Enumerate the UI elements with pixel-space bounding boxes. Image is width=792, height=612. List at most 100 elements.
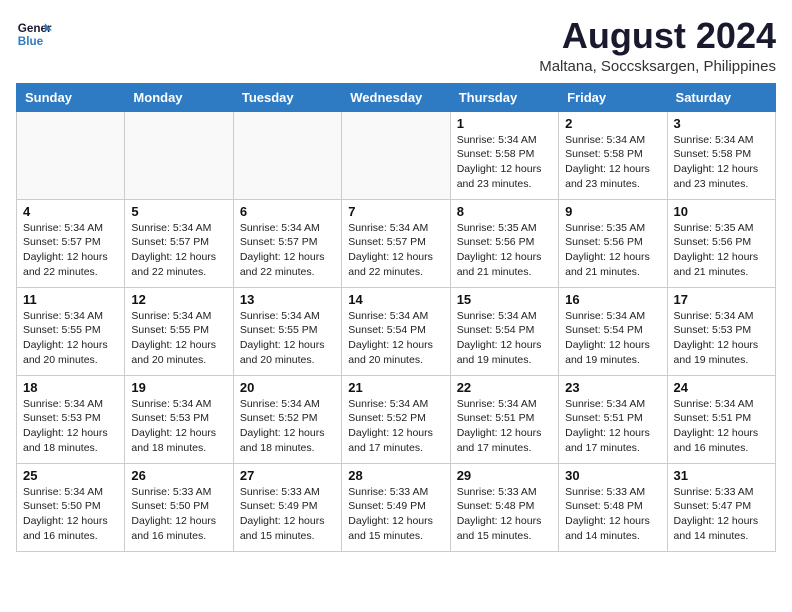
table-row: 24Sunrise: 5:34 AMSunset: 5:51 PMDayligh… [667,375,775,463]
table-row: 25Sunrise: 5:34 AMSunset: 5:50 PMDayligh… [17,463,125,551]
table-row: 4 Sunrise: 5:34 AMSunset: 5:57 PMDaylight… [17,199,125,287]
header-monday: Monday [125,83,233,111]
day-info: Sunrise: 5:33 AMSunset: 5:48 PMDaylight:… [565,485,660,544]
table-row: 14 Sunrise: 5:34 AMSunset: 5:54 PMDayligh… [342,287,450,375]
location-subtitle: Maltana, Soccsksargen, Philippines [539,58,776,75]
day-info: Sunrise: 5:34 AMSunset: 5:55 PMDaylight:… [131,309,226,368]
calendar-header-row: Sunday Monday Tuesday Wednesday Thursday… [17,83,776,111]
table-row [17,111,125,199]
day-number: 9 [565,204,660,219]
table-row: 6 Sunrise: 5:34 AMSunset: 5:57 PMDaylight… [233,199,341,287]
table-row: 28 Sunrise: 5:33 AMSunset: 5:49 PMDayligh… [342,463,450,551]
day-number: 31 [674,468,769,483]
day-number: 25 [23,468,118,483]
calendar-week-2: 4 Sunrise: 5:34 AMSunset: 5:57 PMDaylight… [17,199,776,287]
day-info: Sunrise: 5:34 AMSunset: 5:57 PMDaylight:… [23,221,118,280]
day-number: 28 [348,468,443,483]
day-number: 15 [457,292,552,307]
table-row [342,111,450,199]
day-number: 3 [674,116,769,131]
page-header: General Blue August 2024 Maltana, Soccsk… [16,16,776,75]
day-info: Sunrise: 5:34 AMSunset: 5:55 PMDaylight:… [240,309,335,368]
table-row: 16Sunrise: 5:34 AMSunset: 5:54 PMDayligh… [559,287,667,375]
day-number: 4 [23,204,118,219]
day-number: 19 [131,380,226,395]
table-row: 21Sunrise: 5:34 AMSunset: 5:52 PMDayligh… [342,375,450,463]
day-number: 17 [674,292,769,307]
table-row: 13 Sunrise: 5:34 AMSunset: 5:55 PMDayligh… [233,287,341,375]
table-row: 5 Sunrise: 5:34 AMSunset: 5:57 PMDaylight… [125,199,233,287]
day-number: 7 [348,204,443,219]
day-info: Sunrise: 5:34 AMSunset: 5:54 PMDaylight:… [565,309,660,368]
day-number: 6 [240,204,335,219]
day-number: 5 [131,204,226,219]
day-info: Sunrise: 5:34 AMSunset: 5:57 PMDaylight:… [348,221,443,280]
day-info: Sunrise: 5:34 AMSunset: 5:54 PMDaylight:… [348,309,443,368]
day-info: Sunrise: 5:35 AMSunset: 5:56 PMDaylight:… [457,221,552,280]
header-friday: Friday [559,83,667,111]
day-info: Sunrise: 5:34 AMSunset: 5:55 PMDaylight:… [23,309,118,368]
day-info: Sunrise: 5:35 AMSunset: 5:56 PMDaylight:… [565,221,660,280]
day-number: 18 [23,380,118,395]
day-number: 8 [457,204,552,219]
day-info: Sunrise: 5:34 AMSunset: 5:58 PMDaylight:… [457,133,552,192]
table-row: 27 Sunrise: 5:33 AMSunset: 5:49 PMDayligh… [233,463,341,551]
table-row: 1 Sunrise: 5:34 AMSunset: 5:58 PMDaylight… [450,111,558,199]
day-number: 1 [457,116,552,131]
day-info: Sunrise: 5:34 AMSunset: 5:53 PMDaylight:… [674,309,769,368]
calendar-table: Sunday Monday Tuesday Wednesday Thursday… [16,83,776,552]
day-info: Sunrise: 5:34 AMSunset: 5:54 PMDaylight:… [457,309,552,368]
table-row: 7 Sunrise: 5:34 AMSunset: 5:57 PMDaylight… [342,199,450,287]
day-number: 14 [348,292,443,307]
table-row: 2 Sunrise: 5:34 AMSunset: 5:58 PMDaylight… [559,111,667,199]
day-number: 2 [565,116,660,131]
day-info: Sunrise: 5:33 AMSunset: 5:49 PMDaylight:… [348,485,443,544]
table-row: 3 Sunrise: 5:34 AMSunset: 5:58 PMDaylight… [667,111,775,199]
day-number: 10 [674,204,769,219]
calendar-week-1: 1 Sunrise: 5:34 AMSunset: 5:58 PMDaylight… [17,111,776,199]
table-row: 18 Sunrise: 5:34 AMSunset: 5:53 PMDayligh… [17,375,125,463]
day-info: Sunrise: 5:34 AMSunset: 5:58 PMDaylight:… [565,133,660,192]
day-number: 11 [23,292,118,307]
title-section: August 2024 Maltana, Soccsksargen, Phili… [539,16,776,75]
day-info: Sunrise: 5:33 AMSunset: 5:47 PMDaylight:… [674,485,769,544]
day-info: Sunrise: 5:33 AMSunset: 5:49 PMDaylight:… [240,485,335,544]
calendar-week-5: 25Sunrise: 5:34 AMSunset: 5:50 PMDayligh… [17,463,776,551]
day-info: Sunrise: 5:34 AMSunset: 5:57 PMDaylight:… [131,221,226,280]
table-row: 23Sunrise: 5:34 AMSunset: 5:51 PMDayligh… [559,375,667,463]
table-row: 10 Sunrise: 5:35 AMSunset: 5:56 PMDayligh… [667,199,775,287]
day-info: Sunrise: 5:34 AMSunset: 5:53 PMDaylight:… [131,397,226,456]
day-info: Sunrise: 5:34 AMSunset: 5:51 PMDaylight:… [674,397,769,456]
header-tuesday: Tuesday [233,83,341,111]
day-number: 26 [131,468,226,483]
header-wednesday: Wednesday [342,83,450,111]
table-row: 17 Sunrise: 5:34 AMSunset: 5:53 PMDayligh… [667,287,775,375]
day-number: 12 [131,292,226,307]
table-row [233,111,341,199]
month-year-title: August 2024 [539,16,776,56]
table-row: 9 Sunrise: 5:35 AMSunset: 5:56 PMDaylight… [559,199,667,287]
table-row: 29Sunrise: 5:33 AMSunset: 5:48 PMDayligh… [450,463,558,551]
day-info: Sunrise: 5:34 AMSunset: 5:58 PMDaylight:… [674,133,769,192]
day-number: 13 [240,292,335,307]
table-row: 20Sunrise: 5:34 AMSunset: 5:52 PMDayligh… [233,375,341,463]
day-number: 27 [240,468,335,483]
day-info: Sunrise: 5:34 AMSunset: 5:57 PMDaylight:… [240,221,335,280]
calendar-week-4: 18 Sunrise: 5:34 AMSunset: 5:53 PMDayligh… [17,375,776,463]
table-row [125,111,233,199]
table-row: 15 Sunrise: 5:34 AMSunset: 5:54 PMDayligh… [450,287,558,375]
day-number: 20 [240,380,335,395]
table-row: 22Sunrise: 5:34 AMSunset: 5:51 PMDayligh… [450,375,558,463]
day-info: Sunrise: 5:34 AMSunset: 5:53 PMDaylight:… [23,397,118,456]
calendar-week-3: 11 Sunrise: 5:34 AMSunset: 5:55 PMDayligh… [17,287,776,375]
day-info: Sunrise: 5:33 AMSunset: 5:48 PMDaylight:… [457,485,552,544]
table-row: 31 Sunrise: 5:33 AMSunset: 5:47 PMDayligh… [667,463,775,551]
header-thursday: Thursday [450,83,558,111]
day-number: 30 [565,468,660,483]
day-info: Sunrise: 5:35 AMSunset: 5:56 PMDaylight:… [674,221,769,280]
table-row: 12 Sunrise: 5:34 AMSunset: 5:55 PMDayligh… [125,287,233,375]
table-row: 8 Sunrise: 5:35 AMSunset: 5:56 PMDaylight… [450,199,558,287]
day-info: Sunrise: 5:34 AMSunset: 5:52 PMDaylight:… [348,397,443,456]
table-row: 19 Sunrise: 5:34 AMSunset: 5:53 PMDayligh… [125,375,233,463]
table-row: 26Sunrise: 5:33 AMSunset: 5:50 PMDayligh… [125,463,233,551]
